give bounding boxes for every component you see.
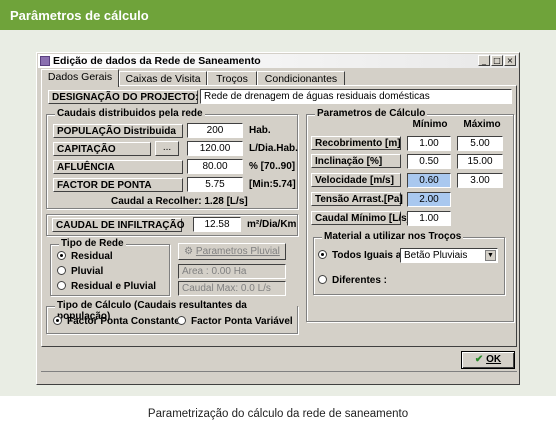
tab-label: Troços — [216, 73, 248, 85]
caudal-recolher-text: Caudal a Recolher: 1.28 [L/s] — [111, 196, 248, 207]
capitacao-label: CAPITAÇÃO — [53, 142, 151, 156]
inclinacao-max-input[interactable]: 15.00 — [457, 154, 503, 169]
radio-label: Residual e Pluvial — [71, 281, 157, 292]
tipo-rede-title: Tipo de Rede — [59, 238, 126, 249]
radio-label: Todos Iguais a: — [332, 250, 405, 261]
capitacao-browse-button[interactable]: ... — [155, 141, 179, 156]
recobrimento-label: Recobrimento [m] — [311, 136, 401, 150]
factor-ponta-input[interactable]: 5.75 — [187, 177, 243, 192]
minimize-button[interactable]: _ — [478, 55, 490, 66]
populacao-label: POPULAÇÃO Distribuida — [53, 124, 183, 138]
parametros-pluvial-label: Parametros Pluvial — [195, 246, 280, 257]
tensao-min-input[interactable]: 2.00 — [407, 192, 451, 207]
radio-dot — [177, 316, 186, 325]
infiltracao-group: CAUDAL DE INFILTRAÇÃO 12.58 m²/Dia/Km — [46, 214, 298, 236]
pluvial-area-field: Area : 0.00 Ha — [178, 264, 286, 279]
radio-diferentes[interactable]: Diferentes : — [318, 275, 387, 288]
col-maximo: Máximo — [463, 119, 501, 130]
caudais-group-title: Caudais distribuidos pela rede — [55, 108, 205, 119]
radio-dot — [318, 250, 327, 259]
capitacao-input[interactable]: 120.00 — [187, 141, 243, 156]
window-title: Edição de dados da Rede de Saneamento — [53, 55, 261, 67]
inclinacao-label: Inclinação [%] — [311, 154, 401, 168]
infiltracao-input[interactable]: 12.58 — [193, 217, 241, 232]
tipo-rede-group: Tipo de Rede Residual Pluvial Residual e… — [50, 238, 170, 296]
velocidade-max-input[interactable]: 3.00 — [457, 173, 503, 188]
status-bar — [41, 371, 517, 382]
parametros-pluvial-button[interactable]: ⚙ Parametros Pluvial — [178, 243, 286, 260]
radio-dot — [53, 316, 62, 325]
maximize-button[interactable]: □ — [491, 55, 503, 66]
material-group: Material a utilizar nos Troços Todos Igu… — [313, 231, 505, 295]
radio-label: Factor Ponta Constante — [67, 316, 180, 327]
designacao-input[interactable]: Rede de drenagem de águas residuais domé… — [200, 89, 512, 104]
populacao-input[interactable]: 200 — [187, 123, 243, 138]
col-minimo: Mínimo — [412, 119, 448, 130]
radio-todos-iguais[interactable]: Todos Iguais a: — [318, 250, 405, 263]
radio-pluvial[interactable]: Pluvial — [57, 266, 103, 279]
parametros-title: Parametros de Cálculo — [315, 108, 428, 119]
infiltracao-label: CAUDAL DE INFILTRAÇÃO — [52, 218, 185, 232]
radio-dot — [57, 266, 66, 275]
tab-page-dados-gerais: DESIGNAÇÃO DO PROJECTO: Rede de drenagem… — [41, 85, 517, 347]
tab-condicionantes[interactable]: Condicionantes — [257, 71, 345, 86]
caudal-minimo-label: Caudal Mínimo [L/s] — [311, 211, 410, 225]
ok-label: OK — [486, 354, 502, 365]
tab-label: Condicionantes — [264, 73, 338, 85]
radio-factor-constante[interactable]: Factor Ponta Constante — [53, 316, 180, 329]
tensao-label: Tensão Arrast.[Pa] — [311, 192, 403, 206]
radio-label: Residual — [71, 251, 113, 262]
tipo-calculo-group: Tipo de Cálculo (Caudais resultantes da … — [46, 300, 298, 334]
tab-label: Dados Gerais — [47, 71, 113, 83]
radio-residual[interactable]: Residual — [57, 251, 113, 264]
tab-dados-gerais[interactable]: Dados Gerais — [41, 69, 119, 87]
radio-label: Pluvial — [71, 266, 104, 277]
tab-caixas-de-visita[interactable]: Caixas de Visita — [119, 71, 207, 86]
afluencia-label: AFLUÊNCIA — [53, 160, 183, 174]
designacao-label: DESIGNAÇÃO DO PROJECTO: — [48, 90, 199, 104]
close-button[interactable]: × — [504, 55, 516, 66]
recobrimento-max-input[interactable]: 5.00 — [457, 136, 503, 151]
radio-dot — [57, 251, 66, 260]
radio-residual-pluvial[interactable]: Residual e Pluvial — [57, 281, 156, 294]
page-header-title: Parâmetros de cálculo — [10, 8, 149, 23]
dialog-window: Edição de dados da Rede de Saneamento _ … — [36, 52, 520, 385]
checkmark-icon: ✔ — [474, 354, 484, 365]
caudais-group: Caudais distribuidos pela rede POPULAÇÃO… — [46, 108, 298, 209]
radio-dot — [318, 275, 327, 284]
radio-label: Diferentes : — [332, 275, 388, 286]
parametros-group: Parametros de Cálculo Mínimo Máximo Reco… — [306, 108, 514, 322]
material-select[interactable]: Betão Pluviais ▼ — [400, 248, 498, 263]
pluvial-icon: ⚙ — [184, 246, 196, 257]
tab-trocos[interactable]: Troços — [207, 71, 257, 86]
inclinacao-min-input[interactable]: 0.50 — [407, 154, 451, 169]
figure-caption: Parametrização do cálculo da rede de san… — [147, 408, 409, 420]
caudal-minimo-input[interactable]: 1.00 — [407, 211, 451, 226]
afluencia-unit: % [70..90] — [249, 161, 296, 172]
chevron-down-icon[interactable]: ▼ — [485, 250, 496, 261]
ok-button[interactable]: ✔ OK — [461, 351, 515, 369]
material-title: Material a utilizar nos Troços — [322, 231, 464, 242]
factor-ponta-unit: [Min:5.74] — [249, 179, 296, 190]
populacao-unit: Hab. — [249, 125, 271, 136]
window-titlebar[interactable]: Edição de dados da Rede de Saneamento _ … — [38, 54, 518, 68]
factor-ponta-label: FACTOR DE PONTA — [53, 178, 183, 192]
radio-factor-variavel[interactable]: Factor Ponta Variável — [177, 316, 293, 329]
velocidade-label: Velocidade [m/s] — [311, 173, 401, 187]
recobrimento-min-input[interactable]: 1.00 — [407, 136, 451, 151]
radio-label: Factor Ponta Variável — [191, 316, 293, 327]
infiltracao-unit: m²/Dia/Km — [247, 219, 297, 230]
capitacao-unit: L/Dia.Hab. — [249, 143, 298, 154]
tab-label: Caixas de Visita — [125, 73, 201, 85]
radio-dot — [57, 281, 66, 290]
page-header: Parâmetros de cálculo — [0, 0, 556, 30]
velocidade-min-input[interactable]: 0.60 — [407, 173, 451, 188]
pluvial-caudal-field: Caudal Max: 0.0 L/s — [178, 281, 286, 296]
material-select-value: Betão Pluviais — [404, 250, 468, 261]
afluencia-input[interactable]: 80.00 — [187, 159, 243, 174]
app-icon — [40, 56, 50, 66]
